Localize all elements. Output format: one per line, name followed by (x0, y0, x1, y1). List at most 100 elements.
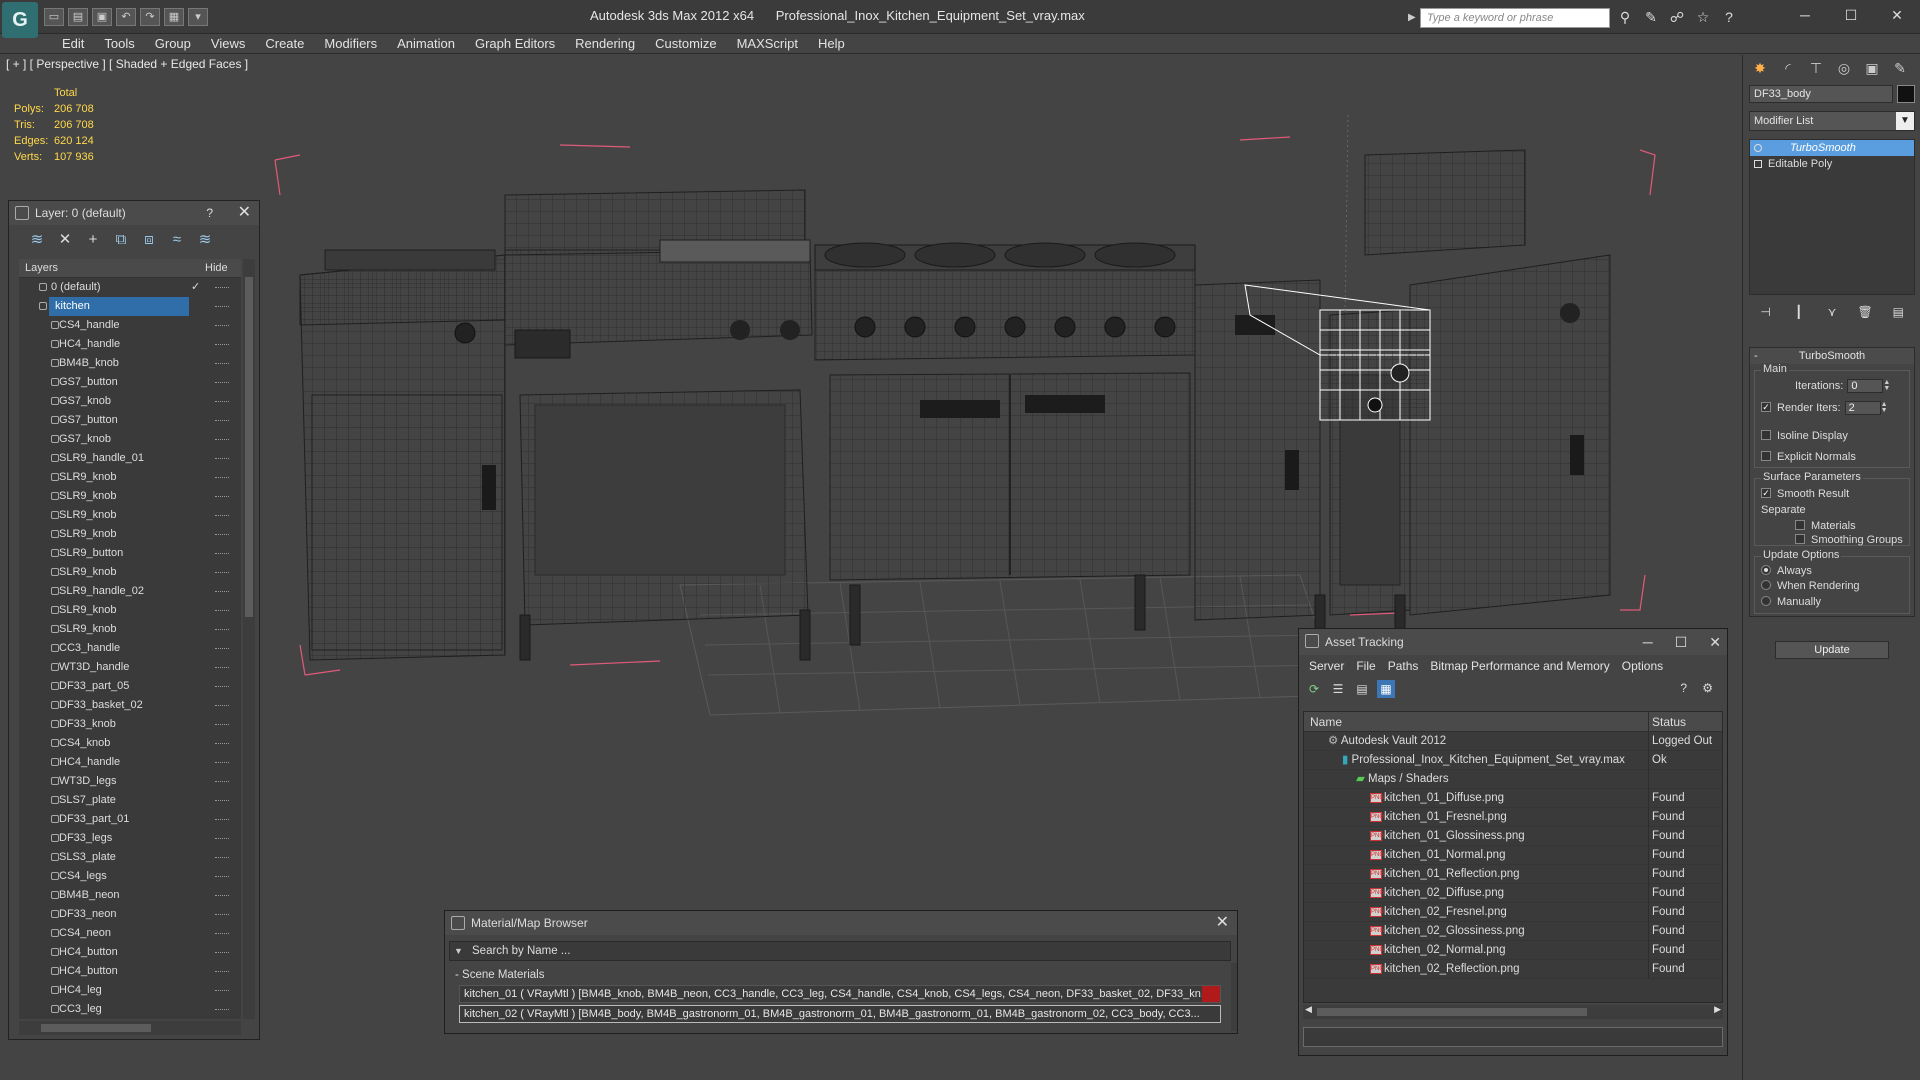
undo-icon[interactable]: ↶ (116, 8, 136, 26)
hide-all-layers-icon[interactable]: ≋ (193, 229, 217, 251)
scroll-thumb[interactable] (1317, 1008, 1587, 1016)
asset-row[interactable]: PNGkitchen_01_Reflection.png Found (1304, 865, 1722, 884)
object-row[interactable]: GS7_knob (19, 392, 241, 411)
object-row[interactable]: SLS7_plate (19, 791, 241, 810)
subscription-icon[interactable]: ✎ (1642, 8, 1660, 26)
close-icon[interactable]: ✕ (1216, 911, 1229, 935)
scroll-left-icon[interactable]: ◀ (1305, 1004, 1312, 1015)
render-iters-checkbox[interactable]: ✓ (1761, 402, 1771, 413)
menu-edit[interactable]: Edit (52, 34, 94, 54)
hide-toggle[interactable] (215, 667, 229, 669)
always-radio[interactable] (1761, 565, 1771, 576)
hide-toggle[interactable] (215, 876, 229, 878)
smoothing-groups-control[interactable]: Smoothing Groups (1795, 533, 1903, 547)
materials-checkbox[interactable] (1795, 520, 1805, 531)
object-row[interactable]: WT3D_handle (19, 658, 241, 677)
modifier-list-dropdown[interactable]: Modifier List ▼ (1749, 111, 1915, 131)
smooth-result-checkbox[interactable]: ✓ (1761, 488, 1771, 499)
object-row[interactable]: DF33_knob (19, 715, 241, 734)
menu-rendering[interactable]: Rendering (565, 34, 645, 54)
close-icon[interactable]: ✕ (1709, 629, 1721, 655)
smooth-result-control[interactable]: ✓ Smooth Result (1761, 487, 1849, 501)
update-button[interactable]: Update (1775, 641, 1889, 659)
menu-file[interactable]: File (1350, 655, 1381, 677)
layer-vertical-scrollbar[interactable] (243, 259, 255, 1019)
layer-row[interactable]: kitchen (19, 297, 241, 316)
communication-icon[interactable]: ☍ (1668, 8, 1686, 26)
object-row[interactable]: DF33_part_01 (19, 810, 241, 829)
current-layer-check-icon[interactable]: ✓ (191, 278, 200, 297)
viewport-label[interactable]: [ + ] [ Perspective ] [ Shaded + Edged F… (6, 57, 248, 71)
object-row[interactable]: GS7_knob (19, 430, 241, 449)
table-view-icon[interactable]: ▦ (1377, 680, 1395, 698)
add-to-layer-icon[interactable]: + (81, 229, 105, 251)
explicit-normals-control[interactable]: Explicit Normals (1761, 450, 1856, 464)
menu-create[interactable]: Create (255, 34, 314, 54)
expand-plus-icon[interactable] (1754, 160, 1762, 168)
open-file-icon[interactable]: ▤ (68, 8, 88, 26)
lightbulb-icon[interactable] (1754, 144, 1762, 152)
save-file-icon[interactable]: ▣ (92, 8, 112, 26)
when-rendering-radio[interactable] (1761, 580, 1771, 591)
hide-toggle[interactable] (215, 477, 229, 479)
asset-row[interactable]: ▮ Professional_Inox_Kitchen_Equipment_Se… (1304, 751, 1722, 770)
layer-panel-titlebar[interactable]: Layer: 0 (default) ? ✕ (9, 201, 259, 225)
asset-row[interactable]: PNGkitchen_02_Reflection.png Found (1304, 960, 1722, 979)
object-row[interactable]: HC4_handle (19, 753, 241, 772)
object-row[interactable]: CC3_handle (19, 639, 241, 658)
object-row[interactable]: SLS3_plate (19, 848, 241, 867)
hide-toggle[interactable] (215, 363, 229, 365)
menu-help[interactable]: Help (808, 34, 855, 54)
menu-server[interactable]: Server (1303, 655, 1350, 677)
hide-toggle[interactable] (215, 306, 229, 308)
when-rendering-option[interactable]: When Rendering (1761, 579, 1860, 593)
object-row[interactable]: SLR9_knob (19, 506, 241, 525)
object-row[interactable]: CC3_leg (19, 1000, 241, 1019)
menu-maxscript[interactable]: MAXScript (727, 34, 808, 54)
spinner-arrows-icon[interactable]: ▲ ▼ (1881, 401, 1889, 414)
refresh-icon[interactable]: ⟳ (1305, 680, 1323, 698)
select-layer-icon[interactable]: ⧈ (137, 229, 161, 251)
help-icon[interactable]: ? (1680, 681, 1687, 695)
material-browser-titlebar[interactable]: Material/Map Browser ✕ (445, 911, 1237, 935)
menu-views[interactable]: Views (201, 34, 255, 54)
object-row[interactable]: DF33_neon (19, 905, 241, 924)
utilities-tab-icon[interactable]: ✎ (1889, 57, 1911, 79)
object-row[interactable]: SLR9_knob (19, 487, 241, 506)
asset-row[interactable]: ▰ Maps / Shaders (1304, 770, 1722, 789)
hide-toggle[interactable] (215, 553, 229, 555)
menu-animation[interactable]: Animation (387, 34, 465, 54)
hide-column-header[interactable]: Hide (205, 259, 228, 278)
material-search-input[interactable]: ▼ Search by Name ... (449, 941, 1231, 961)
material-item[interactable]: kitchen_01 ( VRayMtl ) [BM4B_knob, BM4B_… (459, 985, 1221, 1003)
layers-column-header[interactable]: Layers (25, 262, 58, 274)
hide-toggle[interactable] (215, 838, 229, 840)
asset-horizontal-scrollbar[interactable]: ◀ ▶ (1303, 1004, 1723, 1019)
modify-tab-icon[interactable]: ◜ (1777, 57, 1799, 79)
hide-toggle[interactable] (215, 496, 229, 498)
hide-toggle[interactable] (215, 382, 229, 384)
hide-toggle[interactable] (215, 971, 229, 973)
create-tab-icon[interactable]: ✸ (1749, 57, 1771, 79)
menu-graph-editors[interactable]: Graph Editors (465, 34, 565, 54)
menu-bitmap-performance[interactable]: Bitmap Performance and Memory (1424, 655, 1615, 677)
chevron-down-icon[interactable]: ▼ (454, 942, 463, 960)
project-folder-icon[interactable]: ▦ (164, 8, 184, 26)
customize-dropdown-icon[interactable]: ▾ (188, 8, 208, 26)
remove-modifier-icon[interactable]: 🗑 (1856, 303, 1874, 321)
status-column-header[interactable]: Status (1652, 712, 1686, 732)
hide-toggle[interactable] (215, 724, 229, 726)
scene-materials-group[interactable]: - Scene Materials (449, 967, 1231, 983)
hide-toggle[interactable] (215, 648, 229, 650)
display-tab-icon[interactable]: ▣ (1861, 57, 1883, 79)
object-row[interactable]: DF33_basket_02 (19, 696, 241, 715)
asset-row[interactable]: ⚙ Autodesk Vault 2012 Logged Out (1304, 732, 1722, 751)
material-vertical-scrollbar[interactable] (1231, 963, 1237, 1031)
create-layer-icon[interactable]: ≋ (25, 229, 49, 251)
hide-toggle[interactable] (215, 1009, 229, 1011)
object-row[interactable]: HC4_leg (19, 981, 241, 1000)
object-row[interactable]: CS4_legs (19, 867, 241, 886)
asset-row[interactable]: PNGkitchen_01_Normal.png Found (1304, 846, 1722, 865)
scroll-thumb[interactable] (245, 277, 253, 617)
list-view-icon[interactable]: ☰ (1329, 680, 1347, 698)
